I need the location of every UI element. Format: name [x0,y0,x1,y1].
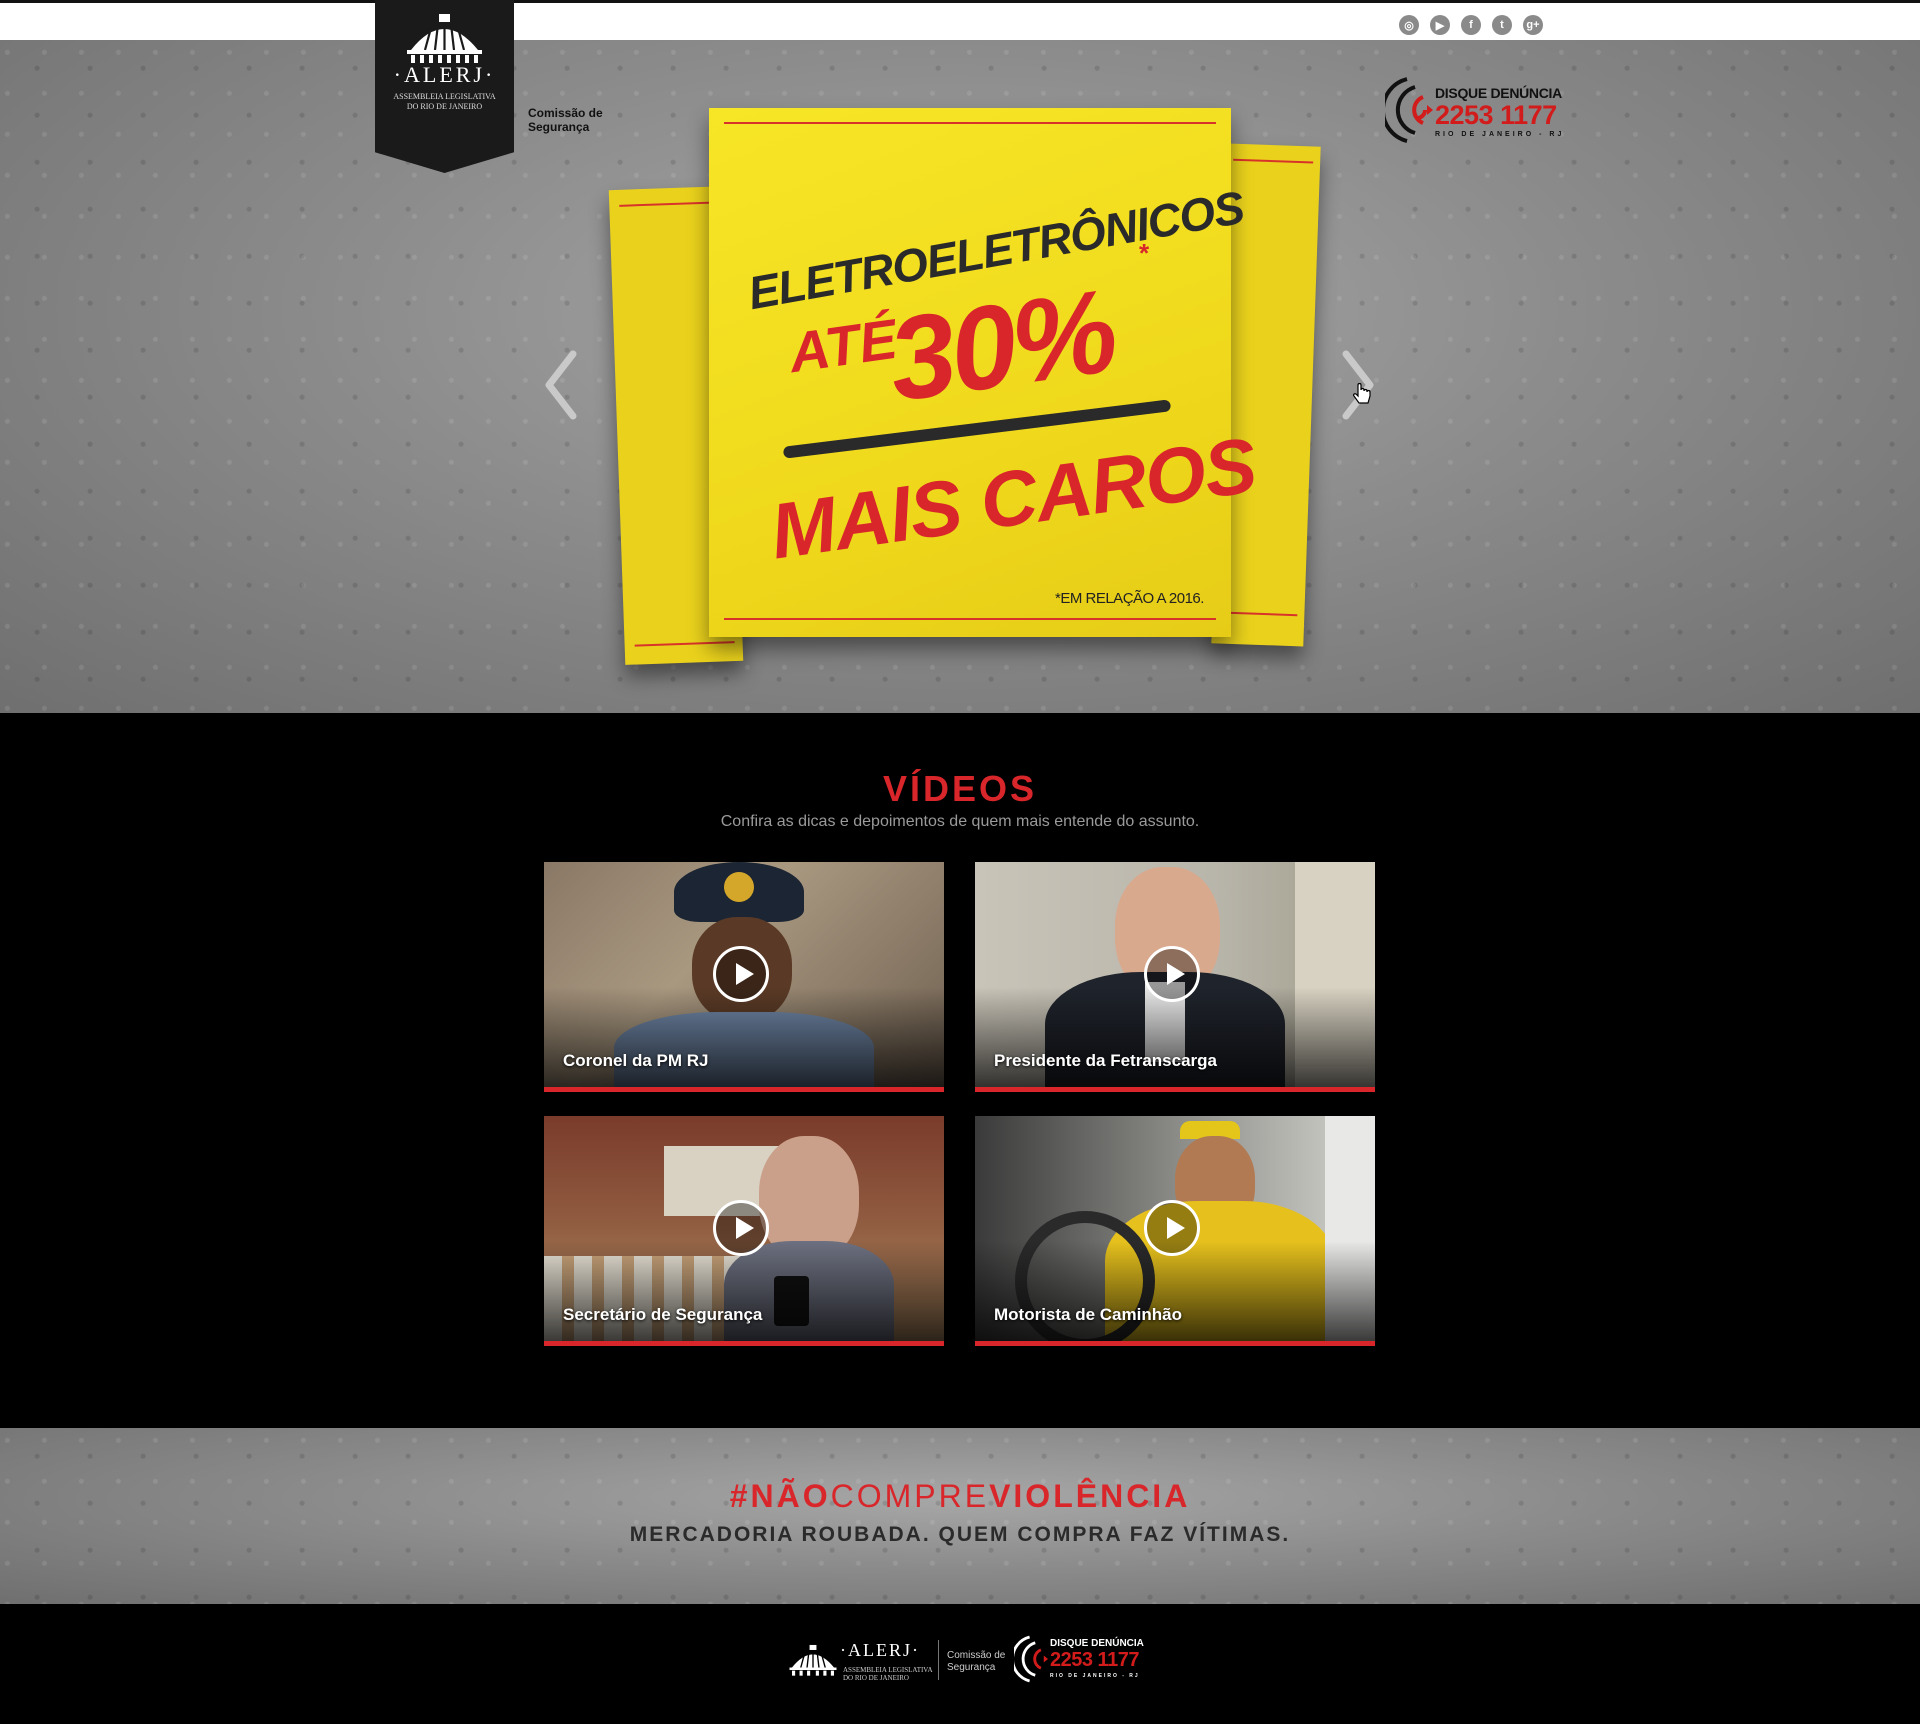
hashtag-word-3: VIOLÊNCIA [989,1478,1191,1514]
footer-alerj-name: ·ALERJ· [840,1640,920,1660]
alerj-subtitle: ASSEMBLEIA LEGISLATIVA DO RIO DE JANEIRO [375,92,514,112]
note-rule [724,122,1216,124]
disque-number: 2253 1177 [1435,100,1557,130]
card-gradient [544,987,944,1087]
hash-symbol: # [729,1478,751,1514]
video-label: Motorista de Caminhão [994,1305,1182,1324]
play-icon[interactable] [713,946,769,1002]
card-gradient [975,987,1375,1087]
footer-dome-icon [789,1644,837,1676]
sticky-note-main: ELETROELETRÔNICOS ATÉ 30% * MAIS CAROS *… [709,108,1261,637]
note-rule [619,201,720,207]
comissao-line-2: Segurança [528,120,590,134]
dome-icon [407,14,482,63]
hashtag-word-2: COMPRE [830,1478,990,1514]
footer-disque-logo[interactable]: DISQUE DENÚNCIA 2253 1177 RIO DE JANEIRO… [1014,1632,1144,1688]
headline-asterisk: * [1139,238,1150,268]
video-card-presidente[interactable]: Presidente da Fetranscarga [975,862,1375,1092]
twitter-icon[interactable]: t [1492,15,1512,35]
footer-alerj-subtitle-1: ASSEMBLEIA LEGISLATIVA [843,1666,933,1674]
comissao-line-1: Comissão de [528,106,603,120]
play-icon[interactable] [1144,946,1200,1002]
top-bar: ◎ ▶ f t g+ [0,0,1920,40]
video-card-secretario[interactable]: Secretário de Segurança [544,1116,944,1346]
campaign-hashtag: #NÃOCOMPREVIOLÊNCIA [0,1478,1920,1515]
signal-waves-icon [1385,77,1433,143]
footer-divider [938,1640,939,1680]
video-label: Secretário de Segurança [563,1305,763,1324]
alerj-name: ·ALERJ· [393,62,496,87]
video-card-coronel[interactable]: Coronel da PM RJ [544,862,944,1092]
alerj-subtitle-1: ASSEMBLEIA LEGISLATIVA [393,92,496,101]
disque-denuncia-logo[interactable]: DISQUE DENÚNCIA 2253 1177 RIO DE JANEIRO… [1385,75,1562,155]
disque-title: DISQUE DENÚNCIA [1435,85,1562,101]
disque-city: RIO DE JANEIRO - RJ [1435,131,1565,138]
footer-comissao: Comissão de Segurança [947,1650,1005,1674]
footer-signal-waves-icon [1014,1635,1048,1683]
note-rule [724,618,1216,620]
footer-comissao-2: Segurança [947,1662,996,1673]
footer-comissao-1: Comissão de [947,1650,1006,1661]
card-gradient [544,1241,944,1341]
videos-section: VÍDEOS Confira as dicas e depoimentos de… [0,713,1920,1428]
alerj-subtitle-2: DO RIO DE JANEIRO [406,102,483,111]
hashtag-word-1: NÃO [750,1478,831,1514]
video-label: Coronel da PM RJ [563,1051,709,1070]
hand-cursor-icon [1353,383,1371,404]
note-rule [1233,158,1314,164]
google-plus-icon[interactable]: g+ [1523,15,1543,35]
comissao-label: Comissão de Segurança [528,106,618,134]
alerj-logo[interactable]: ·ALERJ· ASSEMBLEIA LEGISLATIVA DO RIO DE… [375,0,514,173]
note-rule [634,641,735,647]
facebook-icon[interactable]: f [1461,15,1481,35]
cap-badge [724,872,754,902]
footer-alerj-subtitle-2: DO RIO DE JANEIRO [843,1674,909,1682]
campaign-tagline: MERCADORIA ROUBADA. QUEM COMPRA FAZ VÍTI… [629,1523,1291,1546]
video-label: Presidente da Fetranscarga [994,1051,1217,1070]
videos-subtitle: Confira as dicas e depoimentos de quem m… [720,813,1200,830]
headline-footnote: *EM RELAÇÃO A 2016. [1055,590,1204,607]
hero-banner: Comissão de Segurança DISQUE DENÚNCIA 22… [0,40,1920,713]
footer-disque-title: DISQUE DENÚNCIA [1050,1638,1144,1649]
play-icon[interactable] [713,1200,769,1256]
card-gradient [975,1241,1375,1341]
slider-prev-arrow-icon[interactable] [541,350,581,420]
videos-title: VÍDEOS [882,768,1038,809]
play-icon[interactable] [1144,1200,1200,1256]
footer-disque-city: RIO DE JANEIRO - RJ [1050,1673,1140,1679]
video-card-motorista[interactable]: Motorista de Caminhão [975,1116,1375,1346]
footer: ·ALERJ· ASSEMBLEIA LEGISLATIVA DO RIO DE… [0,1604,1920,1724]
youtube-icon[interactable]: ▶ [1430,15,1450,35]
footer-disque-number: 2253 1177 [1050,1649,1139,1671]
campaign-banner: #NÃOCOMPREVIOLÊNCIA MERCADORIA ROUBADA. … [0,1428,1920,1604]
instagram-icon[interactable]: ◎ [1399,15,1419,35]
footer-alerj-subtitle: ASSEMBLEIA LEGISLATIVA DO RIO DE JANEIRO [843,1666,933,1682]
